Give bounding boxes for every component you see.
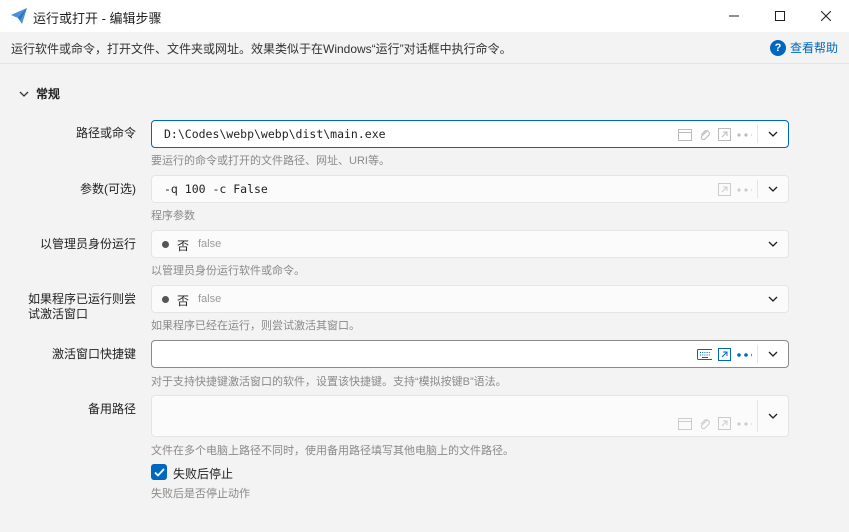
args-value: -q 100 -c False [164,182,268,196]
activate-hint: 如果程序已经在运行，则尝试激活其窗口。 [151,320,360,332]
admin-hint: 以管理员身份运行软件或命令。 [151,265,305,277]
description-bar: 运行软件或命令，打开文件、文件夹或网址。效果类似于在Windows“运行”对话框… [0,32,849,64]
path-label: 路径或命令 [75,126,136,140]
open-external-icon[interactable] [717,347,732,362]
paperclip-icon[interactable] [697,416,712,431]
maximize-icon [775,11,785,21]
backup-label: 备用路径 [87,402,136,416]
paperclip-icon[interactable] [697,127,712,142]
chevron-down-icon [768,351,778,357]
more-options-icon[interactable] [737,182,752,197]
close-icon [821,11,831,21]
hotkey-dropdown-button[interactable] [758,341,788,367]
chevron-down-icon [768,296,778,302]
help-link[interactable]: ? 查看帮助 [769,39,838,56]
admin-label: 以管理员身份运行 [39,237,136,251]
path-hint: 要运行的命令或打开的文件路径、网址、URI等。 [151,155,390,167]
description-text: 运行软件或命令，打开文件、文件夹或网址。效果类似于在Windows“运行”对话框… [11,42,512,56]
args-input[interactable]: -q 100 -c False [151,175,789,203]
stop-on-fail-checkbox[interactable] [151,464,167,480]
open-external-icon[interactable] [717,416,732,431]
chevron-down-icon [19,91,29,97]
minimize-icon [729,15,739,17]
activate-select[interactable]: 否 false [151,285,789,313]
question-icon: ? [769,39,786,56]
title-bar: 运行或打开 - 编辑步骤 [0,0,849,32]
window-icon[interactable] [677,127,692,142]
backup-input[interactable] [151,395,789,437]
chevron-down-icon [768,186,778,192]
help-label: 查看帮助 [789,41,838,55]
activate-label: 如果程序已运行则尝 试激活窗口 [27,292,136,321]
window-icon[interactable] [677,416,692,431]
open-external-icon[interactable] [717,182,732,197]
admin-dropdown-button[interactable] [758,231,788,257]
maximize-button[interactable] [757,0,803,32]
admin-raw-value: false [198,238,222,250]
hotkey-hint: 对于支持快捷键激活窗口的软件，设置该快捷键。支持“模拟按键B”语法。 [151,376,507,388]
path-dropdown-button[interactable] [758,121,788,147]
window-title: 运行或打开 - 编辑步骤 [33,11,162,26]
checkmark-icon [153,467,165,477]
path-input[interactable]: D:\Codes\webp\webp\dist\main.exe [151,120,789,148]
chevron-down-icon [768,241,778,247]
admin-display: 否 [177,239,190,253]
bool-dot-icon [162,241,169,248]
hotkey-input[interactable] [151,340,789,368]
bool-dot-icon [162,296,169,303]
section-title: 常规 [36,87,61,101]
more-options-icon[interactable] [737,347,752,362]
path-value: D:\Codes\webp\webp\dist\main.exe [164,127,386,141]
section-general-toggle[interactable]: 常规 [18,85,60,102]
chevron-down-icon [768,131,778,137]
args-dropdown-button[interactable] [758,176,788,202]
activate-dropdown-button[interactable] [758,286,788,312]
open-external-icon[interactable] [717,127,732,142]
minimize-button[interactable] [711,0,757,32]
stop-on-fail-hint: 失败后是否停止动作 [151,488,250,500]
close-button[interactable] [803,0,849,32]
more-options-icon[interactable] [737,416,752,431]
backup-hint: 文件在多个电脑上路径不同时，使用备用路径填写其他电脑上的文件路径。 [151,445,514,457]
paper-plane-icon [11,8,27,24]
activate-raw-value: false [198,293,222,305]
keyboard-icon[interactable] [697,347,712,362]
args-label: 参数(可选) [80,182,136,196]
activate-display: 否 [177,294,190,308]
stop-on-fail-label: 失败后停止 [173,467,234,481]
hotkey-label: 激活窗口快捷键 [51,347,136,361]
chevron-down-icon [768,413,778,419]
backup-dropdown-button[interactable] [758,396,788,436]
more-options-icon[interactable] [737,127,752,142]
args-hint: 程序参数 [151,210,195,222]
admin-select[interactable]: 否 false [151,230,789,258]
